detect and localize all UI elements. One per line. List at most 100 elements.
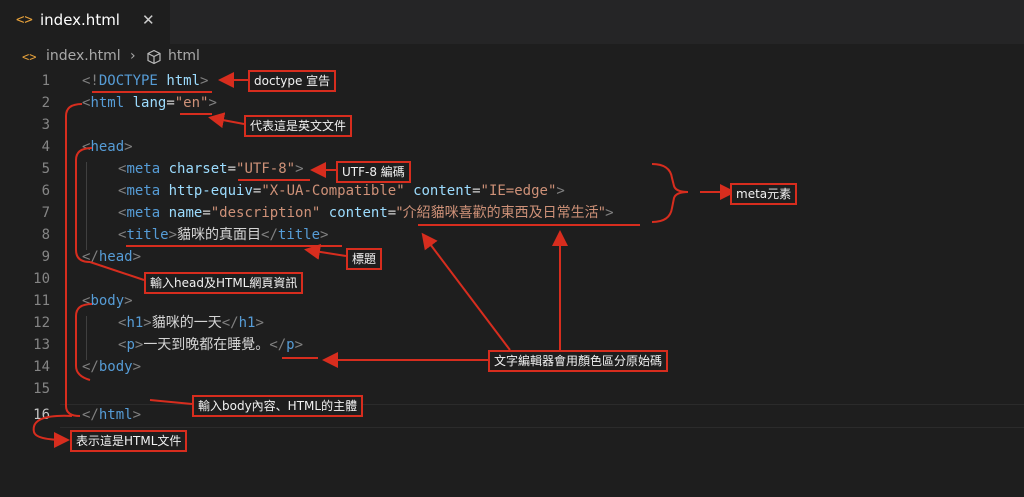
tag-name: body — [90, 293, 125, 309]
annotation-utf8: UTF-8 編碼 — [336, 161, 411, 183]
attribute: content — [413, 183, 473, 199]
code-line[interactable]: <h1>貓咪的一天</h1> — [118, 312, 264, 334]
bracket-head — [75, 147, 93, 263]
equals: = — [472, 183, 481, 199]
brace-meta — [651, 163, 689, 223]
annotation-lang-en: 代表這是英文文件 — [244, 115, 353, 137]
tag-name: meta — [126, 205, 161, 221]
code-line[interactable]: <meta name="description" content="介紹貓咪喜歡… — [118, 202, 614, 224]
tag-name: title — [277, 227, 321, 243]
text-content: 貓咪的一天 — [151, 315, 222, 331]
line-number: 14 — [33, 359, 50, 375]
tag-name: title — [126, 227, 169, 243]
annotation-title: 標題 — [346, 248, 383, 270]
tag-name: body — [98, 359, 133, 375]
equals: = — [202, 205, 211, 221]
line-number: 15 — [33, 381, 50, 397]
attribute: lang — [132, 95, 167, 111]
attribute: html — [166, 73, 201, 89]
code-line[interactable]: <head> — [82, 136, 133, 158]
tag-name: meta — [126, 183, 161, 199]
line-number: 9 — [41, 249, 50, 265]
line-number: 4 — [41, 139, 50, 155]
code-file-icon: <> — [22, 50, 37, 64]
tab-bar: <> index.html ✕ — [0, 0, 1024, 44]
line-number: 1 — [41, 73, 50, 89]
string: "en" — [174, 95, 209, 111]
bracket-html — [65, 103, 83, 417]
code-file-icon: <> — [16, 12, 33, 28]
bracket: </ — [82, 359, 99, 375]
code-line[interactable]: <title>貓咪的真面目</title> — [118, 224, 328, 246]
code-line[interactable]: <meta http-equiv="X-UA-Compatible" conte… — [118, 180, 565, 202]
string: "X-UA-Compatible" — [261, 183, 405, 199]
tag-name: p — [286, 337, 295, 353]
tag-name: h1 — [238, 315, 256, 331]
code-line[interactable]: <!DOCTYPE html> — [82, 70, 208, 92]
code-line[interactable]: </body> — [82, 356, 141, 378]
attribute: content — [328, 205, 388, 221]
bracket: > — [295, 161, 304, 177]
bracket: </ — [82, 407, 99, 423]
equals: = — [387, 205, 397, 221]
indent-guide — [86, 162, 87, 250]
attribute: http-equiv — [168, 183, 253, 199]
bracket: </ — [269, 337, 287, 353]
annotation-head: 輸入head及HTML網頁資訊 — [144, 272, 304, 294]
breadcrumb-file[interactable]: index.html — [46, 48, 121, 64]
annotation-meta: meta元素 — [730, 183, 798, 205]
bracket: </ — [221, 315, 239, 331]
attribute: charset — [168, 161, 228, 177]
bracket: > — [168, 227, 178, 243]
equals: = — [227, 161, 237, 177]
close-icon[interactable]: ✕ — [142, 11, 155, 29]
bracket: > — [124, 139, 133, 155]
bracket: > — [132, 359, 142, 375]
code-line[interactable]: <body> — [82, 290, 133, 312]
tag-name: html — [98, 407, 133, 423]
cube-icon — [146, 49, 162, 69]
tag-name: head — [98, 249, 133, 265]
bracket: > — [320, 227, 329, 243]
tag-name: h1 — [126, 315, 144, 331]
attribute: name — [168, 205, 203, 221]
code-line[interactable]: <meta charset="UTF-8"> — [118, 158, 304, 180]
breadcrumb-element[interactable]: html — [168, 48, 200, 64]
code-line[interactable]: <p>一天到晚都在睡覺。</p> — [118, 334, 303, 356]
tab-index-html[interactable]: <> index.html ✕ — [0, 0, 170, 44]
tag-name: p — [126, 337, 135, 353]
annotation-html-doc: 表示這是HTML文件 — [70, 430, 188, 452]
code-line[interactable]: </html> — [82, 404, 141, 426]
code-line[interactable]: <html lang="en"> — [82, 92, 217, 114]
line-number: 7 — [41, 205, 50, 221]
string: "description" — [210, 205, 321, 221]
breadcrumb-separator: › — [130, 48, 136, 64]
annotation-doctype: doctype 宣告 — [248, 70, 337, 92]
string: "IE=edge" — [480, 183, 557, 199]
bracket: > — [132, 407, 142, 423]
annotation-body: 輸入body內容、HTML的主體 — [192, 395, 364, 417]
line-number: 11 — [33, 293, 50, 309]
line-number-active: 16 — [33, 407, 50, 423]
indent-guide — [86, 316, 87, 360]
bracket: </ — [82, 249, 99, 265]
bracket: > — [143, 315, 152, 331]
line-number: 12 — [33, 315, 50, 331]
tag-name: head — [90, 139, 125, 155]
string: "UTF-8" — [236, 161, 296, 177]
tag-name: meta — [126, 161, 161, 177]
code-line[interactable]: </head> — [82, 246, 141, 268]
bracket: <! — [82, 73, 99, 89]
text-content: 一天到晚都在睡覺。 — [143, 337, 270, 353]
tab-label: index.html — [40, 11, 120, 29]
line-number: 8 — [41, 227, 50, 243]
line-number: 2 — [41, 95, 50, 111]
bracket: > — [200, 73, 209, 89]
bracket: > — [124, 293, 133, 309]
